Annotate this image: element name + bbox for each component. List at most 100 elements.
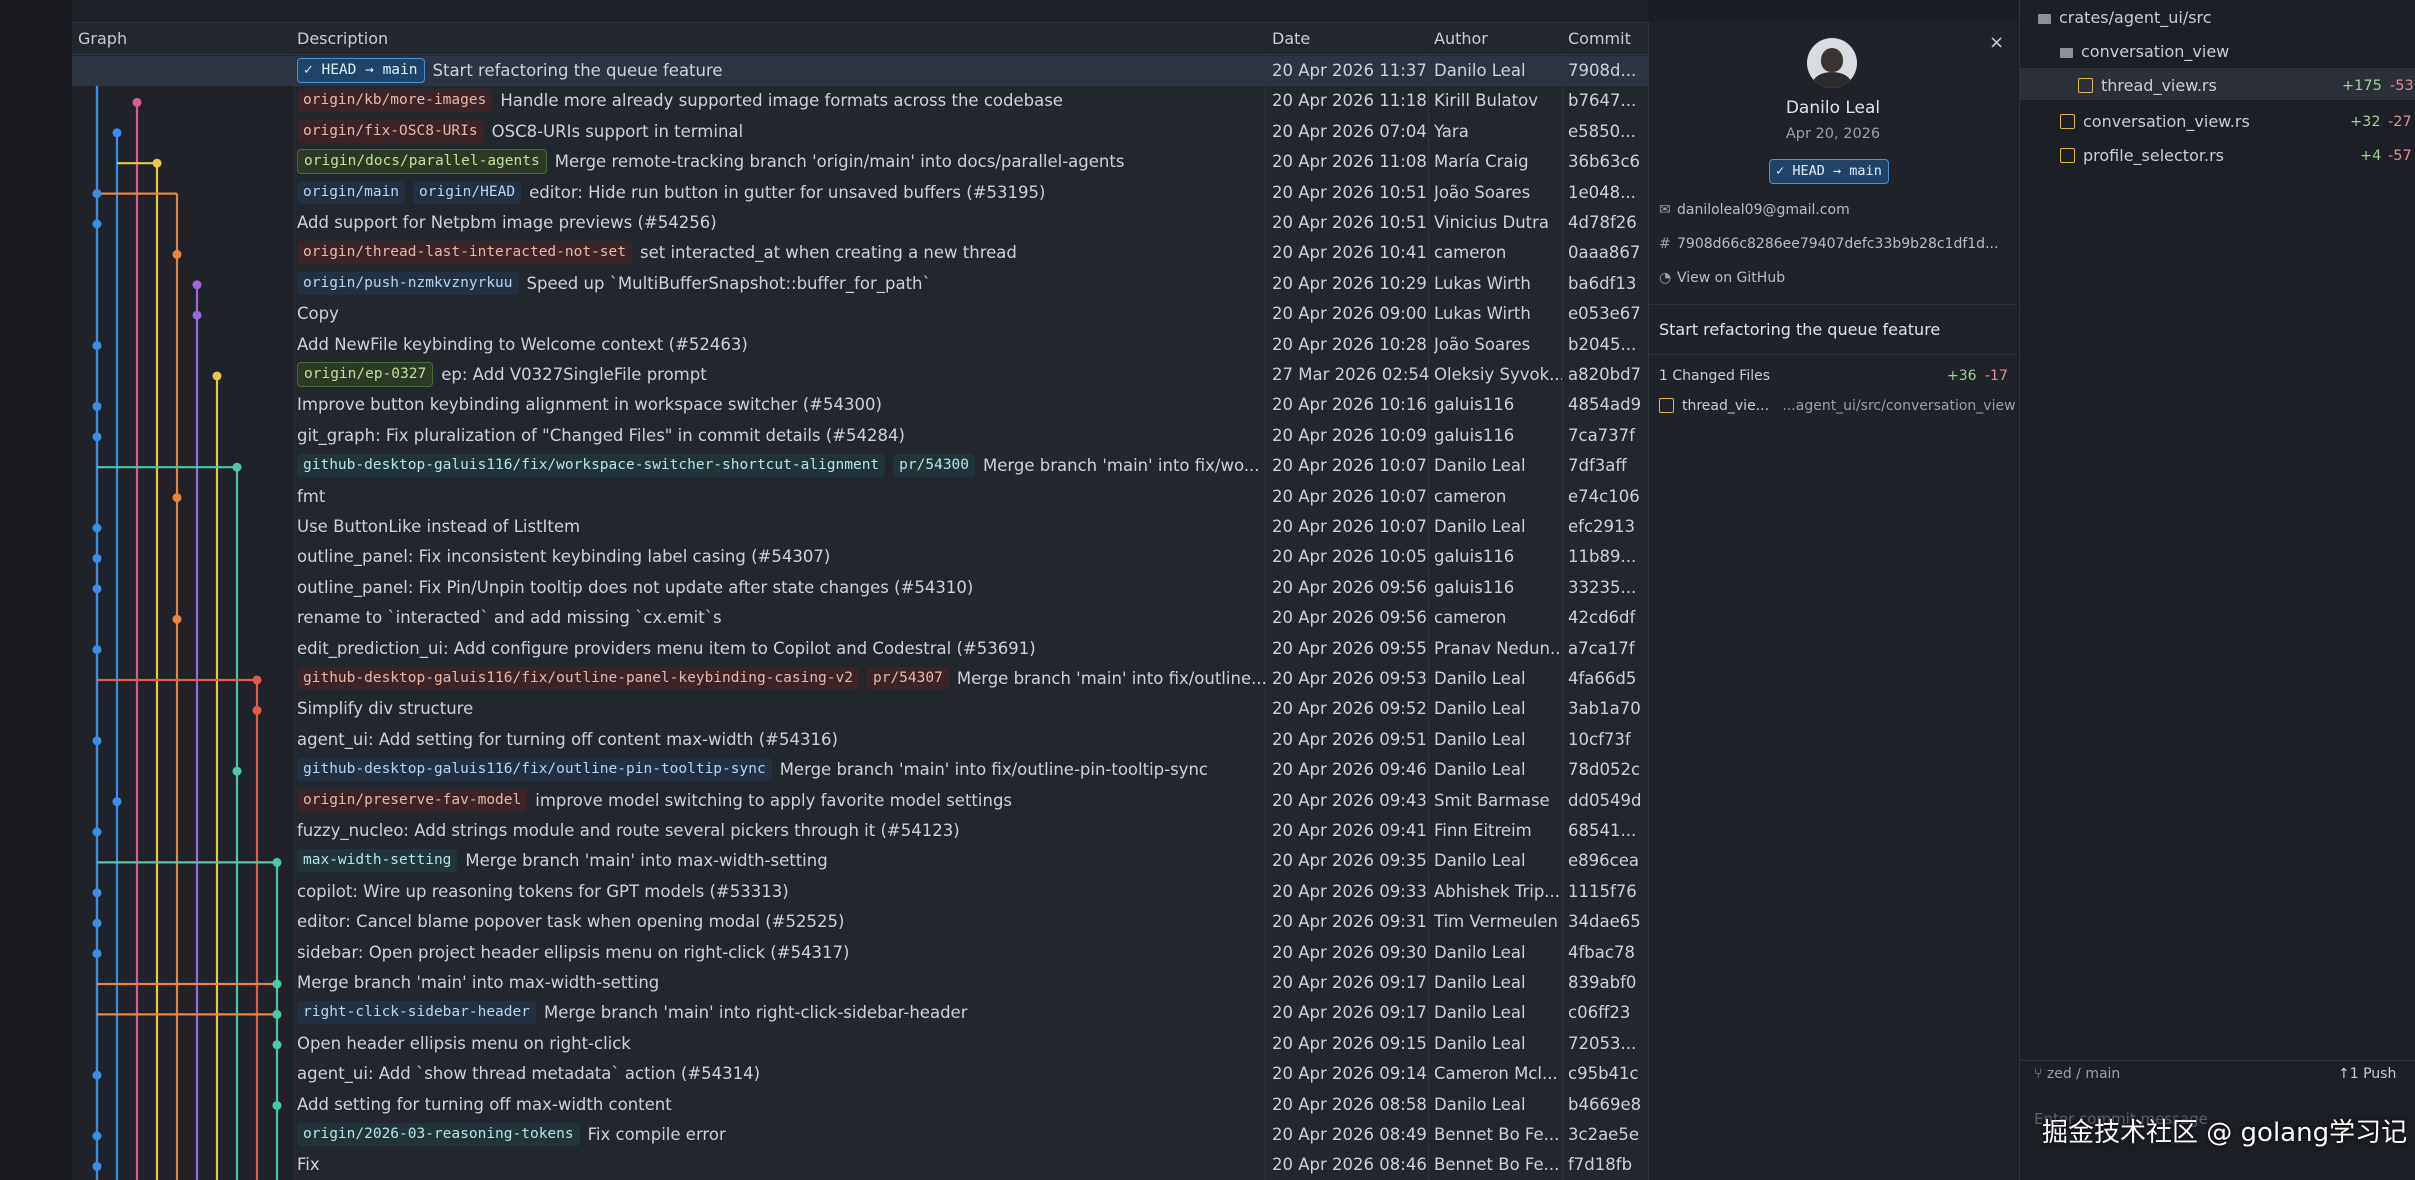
branch-tag[interactable]: origin/fix-OSC8-URIs: [297, 119, 484, 143]
close-icon[interactable]: ×: [1989, 32, 2004, 53]
branch-tag[interactable]: origin/preserve-fav-model: [297, 788, 528, 812]
branch-tag[interactable]: github-desktop-galuis116/fix/outline-pan…: [297, 667, 859, 690]
commit-row[interactable]: origin/preserve-fav-model improve model s…: [72, 786, 1648, 816]
changed-file-item[interactable]: thread_vie... ...agent_ui/src/conversati…: [1659, 397, 2016, 414]
commit-author: Bennet Bo Fe...: [1434, 1125, 1560, 1144]
commit-row[interactable]: origin/kb/more-images Handle more already…: [72, 86, 1648, 116]
commit-row[interactable]: origin/2026-03-reasoning-tokens Fix compi…: [72, 1120, 1648, 1150]
commit-row[interactable]: outline_panel: Fix Pin/Unpin tooltip doe…: [72, 573, 1648, 603]
commit-message: Merge remote-tracking branch 'origin/mai…: [554, 152, 1125, 172]
commit-row[interactable]: origin/push-nzmkvznyrkuu Speed up `MultiB…: [72, 269, 1648, 299]
commit-row[interactable]: origin/main origin/HEAD editor: Hide run b…: [72, 178, 1648, 208]
tree-file-conversation-view[interactable]: conversation_view.rs: [2060, 112, 2250, 131]
search-bar[interactable]: [72, 0, 1648, 23]
commit-row[interactable]: rename to `interacted` and add missing `…: [72, 603, 1648, 633]
branch-tag[interactable]: origin/thread-last-interacted-not-set: [297, 241, 633, 265]
commit-row[interactable]: right-click-sidebar-header Merge branch '…: [72, 998, 1648, 1028]
commit-message: editor: Hide run button in gutter for un…: [529, 182, 1046, 202]
commit-row[interactable]: agent_ui: Add setting for turning off co…: [72, 725, 1648, 755]
commit-row[interactable]: origin/ep-0327 ep: Add V0327SingleFile pr…: [72, 360, 1648, 390]
commit-row[interactable]: fuzzy_nucleo: Add strings module and rou…: [72, 816, 1648, 846]
branch-icon: ⑂: [2034, 1066, 2047, 1082]
column-header-description[interactable]: Description: [297, 24, 388, 54]
column-header-date[interactable]: Date: [1272, 24, 1310, 54]
branch-tag[interactable]: max-width-setting: [297, 849, 458, 873]
branch-selector[interactable]: ⑂ zed / main: [2034, 1066, 2120, 1082]
commit-row[interactable]: origin/fix-OSC8-URIs OSC8-URIs support in…: [72, 117, 1648, 147]
branch-tag[interactable]: origin/main: [297, 180, 406, 204]
commit-row[interactable]: Add NewFile keybinding to Welcome contex…: [72, 330, 1648, 360]
commit-row[interactable]: Use ButtonLike instead of ListItem 20 Apr…: [72, 512, 1648, 542]
tree-file-profile-selector[interactable]: profile_selector.rs: [2060, 146, 2224, 165]
branch-tag[interactable]: origin/kb/more-images: [297, 89, 493, 113]
branch-tag[interactable]: pr/54300: [893, 454, 976, 478]
commit-row[interactable]: sidebar: Open project header ellipsis me…: [72, 938, 1648, 968]
commit-date: 20 Apr 2026 09:14: [1272, 1064, 1427, 1084]
commit-row[interactable]: Improve button keybinding alignment in w…: [72, 390, 1648, 420]
commit-row[interactable]: Copy 20 Apr 2026 09:00 Lukas Wirth e053e67: [72, 299, 1648, 329]
branch-tag[interactable]: origin/ep-0327: [297, 362, 434, 387]
commit-message: Start refactoring the queue feature: [1659, 320, 1941, 339]
commit-row[interactable]: origin/docs/parallel-agents Merge remote-…: [72, 147, 1648, 177]
branch-tag[interactable]: github-desktop-galuis116/fix/outline-pin…: [297, 758, 772, 782]
commit-row[interactable]: Add setting for turning off max-width co…: [72, 1090, 1648, 1120]
commit-hash: 1e048...: [1568, 182, 1636, 202]
commit-message: Merge branch 'main' into right-click-sid…: [543, 1003, 968, 1023]
head-badge[interactable]: ✓ HEAD → main: [1769, 159, 1889, 184]
commit-hash: e74c106: [1568, 486, 1640, 506]
commit-row[interactable]: editor: Cancel blame popover task when o…: [72, 907, 1648, 937]
commit-author: Danilo Leal: [1434, 61, 1526, 80]
branch-tag[interactable]: pr/54307: [866, 667, 949, 690]
commit-row[interactable]: Fix 20 Apr 2026 08:46 Bennet Bo Fe... f7d18…: [72, 1150, 1648, 1180]
avatar: [1807, 38, 1857, 88]
commit-row[interactable]: github-desktop-galuis116/fix/workspace-s…: [72, 451, 1648, 481]
branch-tag[interactable]: ✓ HEAD → main: [297, 58, 425, 83]
email-line[interactable]: ✉ daniloleal09@gmail.com: [1659, 202, 1850, 218]
github-link[interactable]: ◔ View on GitHub: [1659, 270, 1785, 286]
commit-row[interactable]: github-desktop-galuis116/fix/outline-pan…: [72, 664, 1648, 694]
commit-date: Apr 20, 2026: [1785, 126, 1881, 142]
commit-row[interactable]: Simplify div structure 20 Apr 2026 09:52 D…: [72, 694, 1648, 724]
file-icon: [2078, 78, 2093, 93]
tree-file-thread-view[interactable]: thread_view.rs: [2078, 76, 2217, 95]
branch-tag[interactable]: origin/push-nzmkvznyrkuu: [297, 271, 519, 295]
commit-row[interactable]: Open header ellipsis menu on right-click…: [72, 1029, 1648, 1059]
tree-root[interactable]: crates/agent_ui/src: [2038, 8, 2212, 27]
commit-message: copilot: Wire up reasoning tokens for GP…: [297, 881, 789, 901]
branch-tag[interactable]: origin/2026-03-reasoning-tokens: [297, 1123, 580, 1146]
branch-tag[interactable]: right-click-sidebar-header: [297, 1001, 536, 1025]
column-header-graph[interactable]: Graph: [78, 24, 127, 54]
branch-tag[interactable]: origin/HEAD: [413, 180, 522, 204]
commit-row[interactable]: ✓ HEAD → main Start refactoring the queue…: [72, 56, 1648, 87]
file-deletions: -27: [2388, 114, 2412, 130]
commit-author: Yara: [1434, 121, 1469, 141]
push-button[interactable]: ↑1 Push: [2338, 1066, 2396, 1082]
commit-row[interactable]: outline_panel: Fix inconsistent keybindi…: [72, 542, 1648, 572]
branch-tag[interactable]: origin/docs/parallel-agents: [297, 149, 547, 175]
commit-row[interactable]: agent_ui: Add `show thread metadata` act…: [72, 1059, 1648, 1089]
commit-date: 20 Apr 2026 10:51: [1272, 182, 1427, 202]
commit-row[interactable]: Add support for Netpbm image previews (#…: [72, 208, 1648, 238]
commit-row[interactable]: git_graph: Fix pluralization of "Changed…: [72, 421, 1648, 451]
commit-row[interactable]: github-desktop-galuis116/fix/outline-pin…: [72, 755, 1648, 785]
commit-row[interactable]: edit_prediction_ui: Add configure provid…: [72, 634, 1648, 664]
commit-author: Danilo Leal: [1434, 456, 1526, 476]
commit-date: 20 Apr 2026 10:09: [1272, 425, 1427, 445]
commit-date: 20 Apr 2026 09:56: [1272, 608, 1427, 628]
commit-row[interactable]: Merge branch 'main' into max-width-setti…: [72, 968, 1648, 998]
commit-message: Open header ellipsis menu on right-click: [297, 1033, 631, 1053]
commit-message: Speed up `MultiBufferSnapshot::buffer_fo…: [526, 273, 931, 293]
commit-date: 20 Apr 2026 09:43: [1272, 790, 1427, 810]
tree-folder[interactable]: conversation_view: [2060, 42, 2229, 61]
commit-row[interactable]: fmt 20 Apr 2026 10:07 cameron e74c106: [72, 482, 1648, 512]
column-header-author[interactable]: Author: [1434, 24, 1488, 54]
commit-row[interactable]: max-width-setting Merge branch 'main' int…: [72, 846, 1648, 876]
hash-line[interactable]: #7908d66c8286ee79407defc33b9b28c1df1d...: [1659, 236, 1998, 252]
column-header-commit[interactable]: Commit: [1568, 24, 1631, 54]
branch-tag[interactable]: github-desktop-galuis116/fix/workspace-s…: [297, 454, 886, 478]
commit-row[interactable]: origin/thread-last-interacted-not-set set…: [72, 238, 1648, 268]
commit-hash: e5850...: [1568, 121, 1636, 141]
commit-row[interactable]: copilot: Wire up reasoning tokens for GP…: [72, 877, 1648, 907]
commit-hash: f7d18fb: [1568, 1155, 1633, 1175]
commit-description: editor: Cancel blame popover task when o…: [297, 907, 1339, 937]
